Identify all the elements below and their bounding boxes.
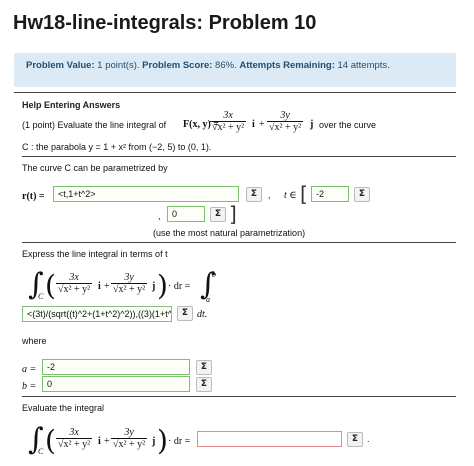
period: . — [367, 434, 370, 444]
integrand-input[interactable]: <(3t)/(sqrt((t)^2+(1+t^2)^2)),((3)(1+t^2 — [22, 306, 172, 322]
integrand-term1-numerator: 3x — [69, 272, 79, 283]
comma: , — [268, 190, 271, 200]
dt-text: dt. — [197, 309, 208, 320]
j-vector: j — [152, 281, 156, 292]
plus-sign: + — [104, 281, 110, 292]
left-bracket: [ — [300, 182, 308, 206]
problem-value-label: Problem Value: — [26, 60, 95, 71]
parametrization-note: (use the most natural parametrization) — [153, 228, 306, 238]
a-label: a = — [22, 364, 37, 375]
problem-info-text: Problem Value: 1 point(s). Problem Score… — [26, 60, 436, 72]
interval-end-input[interactable]: 0 — [167, 206, 205, 222]
lower-limit: a — [206, 295, 210, 304]
parametrize-text: The curve C can be parametrized by — [22, 163, 168, 173]
sigma-equation-button[interactable]: Σ — [246, 187, 262, 202]
sigma-equation-button[interactable]: Σ — [177, 306, 193, 321]
integrand-term2-fraction: 3y √x² + y² — [111, 272, 148, 295]
divider — [22, 396, 456, 397]
evaluate-term1-fraction: 3x √x² + y² — [56, 427, 93, 450]
problem-score: 86%. — [215, 60, 237, 71]
integrand-term2-denominator: √x² + y² — [111, 283, 148, 295]
j-vector: j — [152, 436, 156, 447]
plus-sign: + — [104, 436, 110, 447]
dot-dr-equals: · dr = — [168, 436, 191, 447]
sigma-equation-button[interactable]: Σ — [347, 432, 363, 447]
help-entering-answers-link[interactable]: Help Entering Answers — [22, 100, 120, 110]
t-in-label: t ∈ — [284, 190, 297, 201]
evaluate-term1-numerator: 3x — [69, 427, 79, 438]
F-term2-numerator: 3y — [280, 110, 290, 121]
integrand-term2-numerator: 3y — [124, 272, 134, 283]
right-bracket: ] — [229, 202, 237, 226]
i-vector: i — [98, 281, 101, 292]
F-term2-fraction: 3y √x² + y² — [267, 110, 304, 133]
evaluate-term1-denominator: √x² + y² — [56, 438, 93, 450]
evaluate-term2-fraction: 3y √x² + y² — [111, 427, 148, 450]
left-paren: ( — [45, 269, 56, 302]
integral-subscript: C — [38, 447, 44, 456]
r-of-t-input[interactable]: <t,1+t^2> — [53, 186, 239, 202]
express-prompt: Express the line integral in terms of t — [22, 249, 168, 259]
divider — [22, 242, 456, 243]
integrand-term1-fraction: 3x √x² + y² — [56, 272, 93, 295]
attempts-label: Attempts Remaining: — [239, 60, 335, 71]
evaluate-prompt: Evaluate the integral — [22, 403, 105, 413]
i-vector: i — [252, 119, 255, 130]
page-title: Hw18-line-integrals: Problem 10 — [13, 12, 317, 34]
attempts-remaining: 14 attempts. — [337, 60, 390, 71]
over-the-curve-text: over the curve — [319, 120, 377, 130]
a-input[interactable]: -2 — [42, 359, 190, 375]
F-term2-denominator: √x² + y² — [267, 121, 304, 133]
right-paren: ) — [157, 424, 168, 457]
integrand-term1-denominator: √x² + y² — [56, 283, 93, 295]
sigma-equation-button[interactable]: Σ — [354, 187, 370, 202]
comma: , — [158, 211, 161, 221]
sigma-equation-button[interactable]: Σ — [210, 207, 226, 222]
r-of-t-label: r(t) = — [22, 191, 45, 202]
F-term1-denominator: √x² + y² — [210, 121, 247, 133]
plus-sign: + — [259, 119, 265, 130]
evaluate-term2-numerator: 3y — [124, 427, 134, 438]
sigma-equation-button[interactable]: Σ — [196, 377, 212, 392]
right-paren: ) — [157, 269, 168, 302]
evaluate-term2-denominator: √x² + y² — [111, 438, 148, 450]
b-input[interactable]: 0 — [42, 376, 190, 392]
problem-value: 1 point(s). — [97, 60, 140, 71]
F-term1-fraction: 3x √x² + y² — [210, 110, 247, 133]
integral-subscript: C — [38, 292, 44, 301]
i-vector: i — [98, 436, 101, 447]
b-label: b = — [22, 381, 37, 392]
problem-score-label: Problem Score: — [142, 60, 213, 71]
problem-intro: (1 point) Evaluate the line integral of — [22, 120, 167, 130]
where-label: where — [22, 336, 47, 346]
j-vector: j — [310, 119, 314, 130]
answer-input[interactable] — [197, 431, 342, 447]
F-term1-numerator: 3x — [223, 110, 233, 121]
curve-description: C : the parabola y = 1 + x² from (−2, 5)… — [22, 142, 212, 152]
dot-dr-equals: · dr = — [168, 281, 191, 292]
divider — [22, 156, 456, 157]
upper-limit: b — [212, 270, 216, 279]
divider — [14, 92, 456, 93]
left-paren: ( — [45, 424, 56, 457]
sigma-equation-button[interactable]: Σ — [196, 360, 212, 375]
interval-start-input[interactable]: -2 — [311, 186, 349, 202]
